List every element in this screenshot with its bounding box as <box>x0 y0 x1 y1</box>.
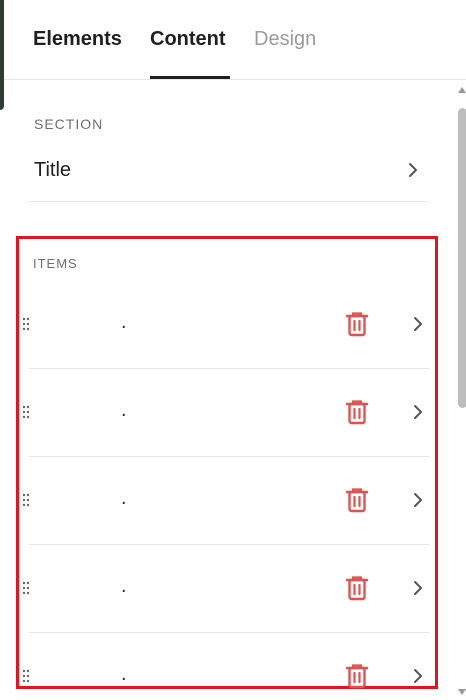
chevron-right-icon <box>409 163 417 177</box>
list-item[interactable]: . <box>22 457 429 545</box>
drag-handle-icon[interactable] <box>22 493 30 507</box>
items-heading: ITEMS <box>33 256 78 271</box>
chevron-right-icon <box>414 669 422 683</box>
chevron-right-icon <box>414 493 422 507</box>
list-item[interactable]: . <box>22 281 429 369</box>
list-item-text: . <box>121 663 127 685</box>
tab-content[interactable]: Content <box>150 28 226 51</box>
trash-icon[interactable] <box>345 487 369 513</box>
list-item-text: . <box>121 487 127 509</box>
tab-bar: Elements Content Design <box>4 0 466 80</box>
content-editor-page: Elements Content Design SECTION Title IT… <box>0 0 466 700</box>
list-item-text: . <box>121 575 127 597</box>
list-item[interactable]: . <box>22 545 429 633</box>
section-heading: SECTION <box>34 116 104 132</box>
tab-elements[interactable]: Elements <box>33 28 122 51</box>
scroll-up-arrow-icon[interactable] <box>458 86 466 94</box>
list-item[interactable]: . <box>22 369 429 457</box>
drag-handle-icon[interactable] <box>22 669 30 683</box>
vertical-scrollbar[interactable] <box>454 86 466 700</box>
scroll-down-arrow-icon[interactable] <box>458 688 466 696</box>
drag-handle-icon[interactable] <box>22 317 30 331</box>
chevron-right-icon <box>414 581 422 595</box>
section-title-label: Title <box>34 159 72 181</box>
drag-handle-icon[interactable] <box>22 581 30 595</box>
list-item-text: . <box>121 311 127 333</box>
trash-icon[interactable] <box>345 575 369 601</box>
drag-handle-icon[interactable] <box>22 405 30 419</box>
editor-panel: Elements Content Design SECTION Title IT… <box>4 0 466 700</box>
items-list-highlight: ITEMS . . . . . <box>16 236 438 689</box>
trash-icon[interactable] <box>345 311 369 337</box>
chevron-right-icon <box>414 405 422 419</box>
section-title-row[interactable]: Title <box>28 140 428 202</box>
scrollbar-thumb[interactable] <box>458 108 466 408</box>
trash-icon[interactable] <box>345 663 369 689</box>
list-item-text: . <box>121 399 127 421</box>
chevron-right-icon <box>414 317 422 331</box>
tab-design[interactable]: Design <box>254 28 316 51</box>
list-item[interactable]: . <box>22 633 429 700</box>
active-tab-indicator <box>150 76 230 79</box>
trash-icon[interactable] <box>345 399 369 425</box>
